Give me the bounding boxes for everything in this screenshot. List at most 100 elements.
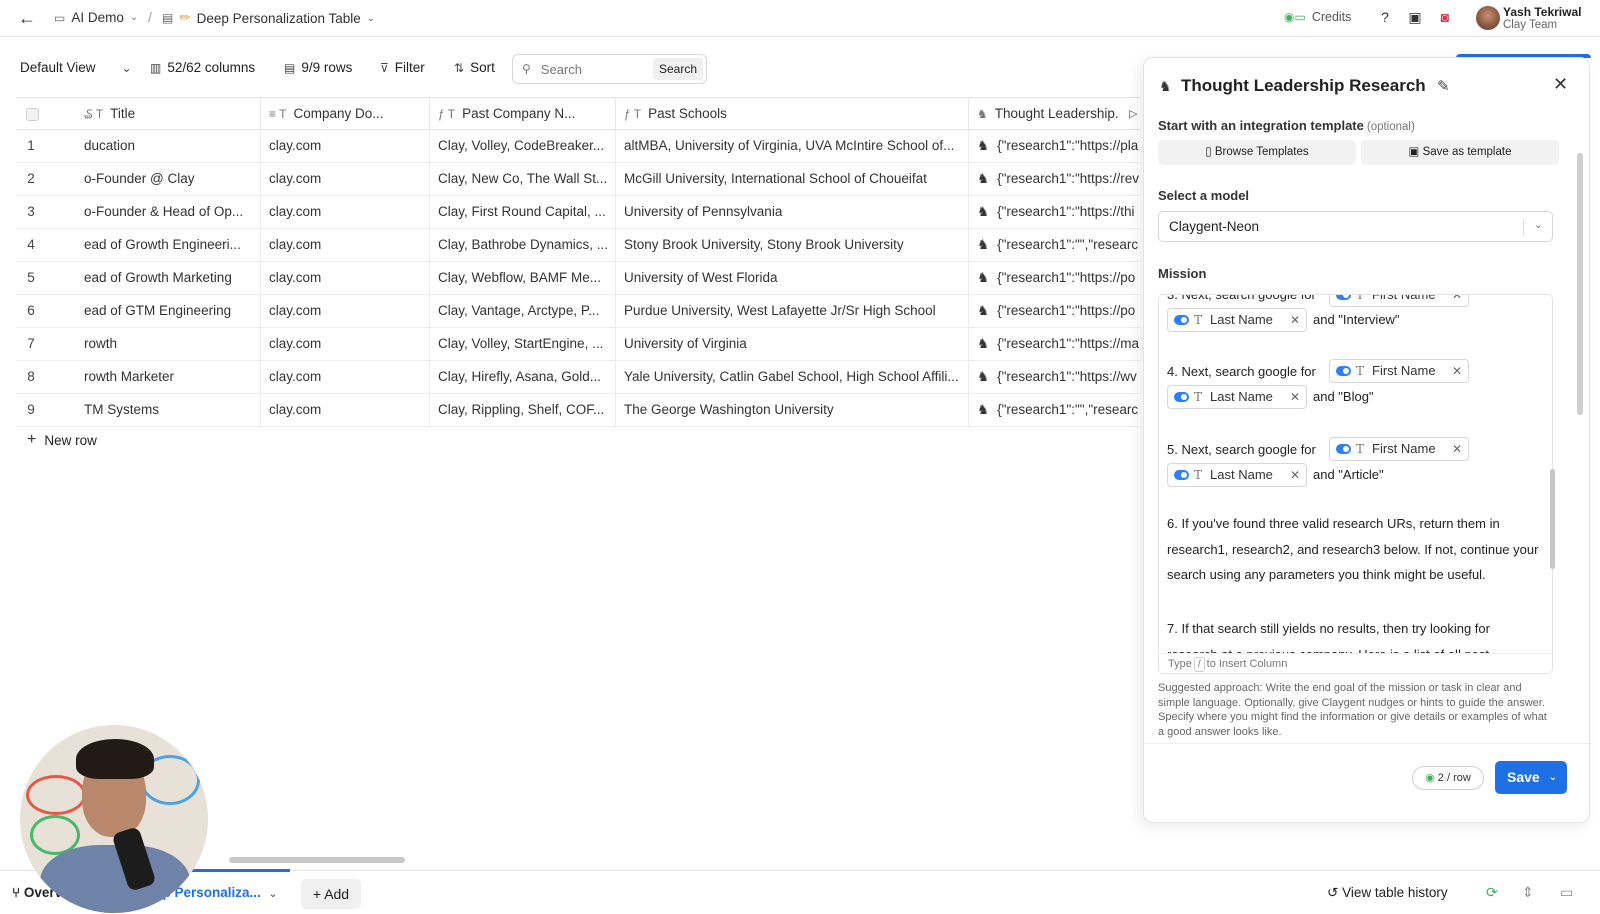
table-row[interactable]: 2 o-Founder @ Clay clay.com Clay, New Co… — [16, 163, 1140, 196]
collapse-icon[interactable]: ⇕ — [1522, 884, 1534, 901]
view-selector[interactable]: Default View ⌄ — [20, 60, 132, 75]
cell-domain[interactable]: clay.com — [261, 196, 430, 228]
column-token-first-name[interactable]: T First Name ✕ — [1329, 359, 1469, 383]
panel-toggle-icon[interactable]: ▭ — [1560, 884, 1573, 901]
table-row[interactable]: 5 ead of Growth Marketing clay.com Clay,… — [16, 262, 1140, 295]
avatar[interactable] — [1476, 6, 1500, 30]
cell-domain[interactable]: clay.com — [261, 163, 430, 195]
cell-domain[interactable]: clay.com — [261, 130, 430, 162]
cell-past-schools[interactable]: University of Virginia — [616, 328, 969, 360]
column-token-last-name[interactable]: T Last Name ✕ — [1167, 463, 1307, 487]
search-input[interactable] — [540, 61, 651, 77]
cell-past-schools[interactable]: University of Pennsylvania — [616, 196, 969, 228]
cell-title[interactable]: rowth — [76, 328, 261, 360]
cell-past-companies[interactable]: Clay, First Round Capital, ... — [430, 196, 616, 228]
close-icon[interactable]: ✕ — [1553, 74, 1568, 95]
cell-past-schools[interactable]: Yale University, Catlin Gabel School, Hi… — [616, 361, 969, 393]
cell-past-companies[interactable]: Clay, Volley, StartEngine, ... — [430, 328, 616, 360]
cell-past-companies[interactable]: Clay, Volley, CodeBreaker... — [430, 130, 616, 162]
table-row[interactable]: 7 rowth clay.com Clay, Volley, StartEngi… — [16, 328, 1140, 361]
rows-button[interactable]: ▤ 9/9 rows — [284, 60, 352, 75]
cell-past-companies[interactable]: Clay, Bathrobe Dynamics, ... — [430, 229, 616, 261]
cell-past-schools[interactable]: McGill University, International School … — [616, 163, 969, 195]
cell-title[interactable]: rowth Marketer — [76, 361, 261, 393]
run-column-icon[interactable]: ▷ — [1129, 98, 1137, 130]
cell-domain[interactable]: clay.com — [261, 328, 430, 360]
horizontal-scrollbar[interactable] — [229, 857, 405, 863]
table-row[interactable]: 4 ead of Growth Engineeri... clay.com Cl… — [16, 229, 1140, 262]
column-header-company-domain[interactable]: ≡ T Company Do... — [261, 98, 430, 131]
cell-domain[interactable]: clay.com — [261, 295, 430, 327]
mission-editor[interactable]: 3. Next, search google for T First Name ✕ … — [1158, 294, 1553, 674]
remove-token-icon[interactable]: ✕ — [1452, 295, 1462, 306]
cell-domain[interactable]: clay.com — [261, 262, 430, 294]
cell-thought-leadership[interactable]: ♞ {"research1":"https://thi — [969, 196, 1140, 228]
model-select[interactable]: Claygent-Neon ⌄ — [1158, 211, 1553, 242]
cell-title[interactable]: TM Systems — [76, 394, 261, 426]
remove-token-icon[interactable]: ✕ — [1452, 360, 1462, 382]
add-button[interactable]: + Add — [301, 879, 361, 909]
cell-past-companies[interactable]: Clay, Rippling, Shelf, COF... — [430, 394, 616, 426]
back-arrow-icon[interactable]: ← — [18, 8, 36, 29]
cell-thought-leadership[interactable]: ♞ {"research1":"https://po — [969, 295, 1140, 327]
columns-button[interactable]: ▥ 52/62 columns — [150, 60, 255, 75]
cell-domain[interactable]: clay.com — [261, 394, 430, 426]
help-icon[interactable]: ? — [1377, 9, 1393, 25]
refresh-icon[interactable]: ⟳ — [1486, 884, 1498, 901]
cell-title[interactable]: ead of Growth Engineeri... — [76, 229, 261, 261]
table-row[interactable]: 3 o-Founder & Head of Op... clay.com Cla… — [16, 196, 1140, 229]
cell-title[interactable]: ducation — [76, 130, 261, 162]
cell-past-schools[interactable]: Purdue University, West Lafayette Jr/Sr … — [616, 295, 969, 327]
cell-thought-leadership[interactable]: ♞ {"research1":"https://pla — [969, 130, 1140, 162]
column-token-last-name[interactable]: T Last Name ✕ — [1167, 385, 1307, 409]
remove-token-icon[interactable]: ✕ — [1452, 438, 1462, 460]
cell-past-schools[interactable]: Stony Brook University, Stony Brook Univ… — [616, 229, 969, 261]
column-header-past-companies[interactable]: ƒ T Past Company N... — [430, 98, 616, 131]
breadcrumb-table[interactable]: ▤ ✏ Deep Personalization Table ⌄ — [162, 10, 375, 26]
cell-thought-leadership[interactable]: ♞ {"research1":"https://rev — [969, 163, 1140, 195]
cell-thought-leadership[interactable]: ♞ {"research1":"https://ma — [969, 328, 1140, 360]
column-header-past-schools[interactable]: ƒ T Past Schools — [616, 98, 969, 131]
remove-token-icon[interactable]: ✕ — [1290, 464, 1300, 486]
remove-token-icon[interactable]: ✕ — [1290, 386, 1300, 408]
cell-past-companies[interactable]: Clay, New Co, The Wall St... — [430, 163, 616, 195]
column-token-first-name[interactable]: T First Name ✕ — [1329, 437, 1469, 461]
table-row[interactable]: 1 ducation clay.com Clay, Volley, CodeBr… — [16, 130, 1140, 163]
edit-title-icon[interactable]: ✎ — [1437, 77, 1450, 95]
browse-templates-button[interactable]: ▯ Browse Templates — [1158, 140, 1356, 165]
column-header-title[interactable]: ₷ T Title — [76, 98, 261, 131]
cell-past-schools[interactable]: University of West Florida — [616, 262, 969, 294]
cell-title[interactable]: ead of GTM Engineering — [76, 295, 261, 327]
table-row[interactable]: 8 rowth Marketer clay.com Clay, Hirefly,… — [16, 361, 1140, 394]
cell-thought-leadership[interactable]: ♞ {"research1":"","researc — [969, 394, 1140, 426]
panel-scrollbar[interactable] — [1577, 153, 1583, 415]
sort-button[interactable]: ⇅ Sort — [454, 60, 495, 75]
credits-button[interactable]: ◉▭ Credits — [1284, 10, 1351, 24]
cell-past-schools[interactable]: The George Washington University — [616, 394, 969, 426]
cell-past-companies[interactable]: Clay, Webflow, BAMF Me... — [430, 262, 616, 294]
cell-past-companies[interactable]: Clay, Hirefly, Asana, Gold... — [430, 361, 616, 393]
editor-scrollbar[interactable] — [1550, 469, 1555, 569]
breadcrumb-workspace[interactable]: ▭ AI Demo ⌄ — [54, 10, 138, 25]
column-token-first-name[interactable]: T First Name ✕ — [1329, 295, 1469, 307]
column-token-last-name[interactable]: T Last Name ✕ — [1167, 308, 1307, 332]
record-icon[interactable]: ◙ — [1437, 9, 1453, 25]
remove-token-icon[interactable]: ✕ — [1290, 309, 1300, 331]
chevron-down-icon[interactable]: ⌄ — [1549, 761, 1557, 794]
cell-thought-leadership[interactable]: ♞ {"research1":"https://wv — [969, 361, 1140, 393]
select-all-checkbox[interactable] — [26, 108, 39, 121]
cell-past-schools[interactable]: altMBA, University of Virginia, UVA McIn… — [616, 130, 969, 162]
archive-icon[interactable]: ▣ — [1407, 9, 1423, 25]
save-as-template-button[interactable]: ▣ Save as template — [1361, 140, 1559, 165]
filter-button[interactable]: ⊽ Filter — [380, 60, 425, 75]
cell-thought-leadership[interactable]: ♞ {"research1":"https://po — [969, 262, 1140, 294]
cell-domain[interactable]: clay.com — [261, 361, 430, 393]
cell-domain[interactable]: clay.com — [261, 229, 430, 261]
cell-title[interactable]: o-Founder & Head of Op... — [76, 196, 261, 228]
cell-thought-leadership[interactable]: ♞ {"research1":"","researc — [969, 229, 1140, 261]
table-row[interactable]: 9 TM Systems clay.com Clay, Rippling, Sh… — [16, 394, 1140, 427]
view-table-history-button[interactable]: ↺ View table history — [1327, 885, 1448, 901]
column-header-thought-leadership[interactable]: ♞ Thought Leadership. ▷ — [969, 98, 1159, 131]
new-row-button[interactable]: + New row — [27, 431, 97, 449]
cell-title[interactable]: ead of Growth Marketing — [76, 262, 261, 294]
